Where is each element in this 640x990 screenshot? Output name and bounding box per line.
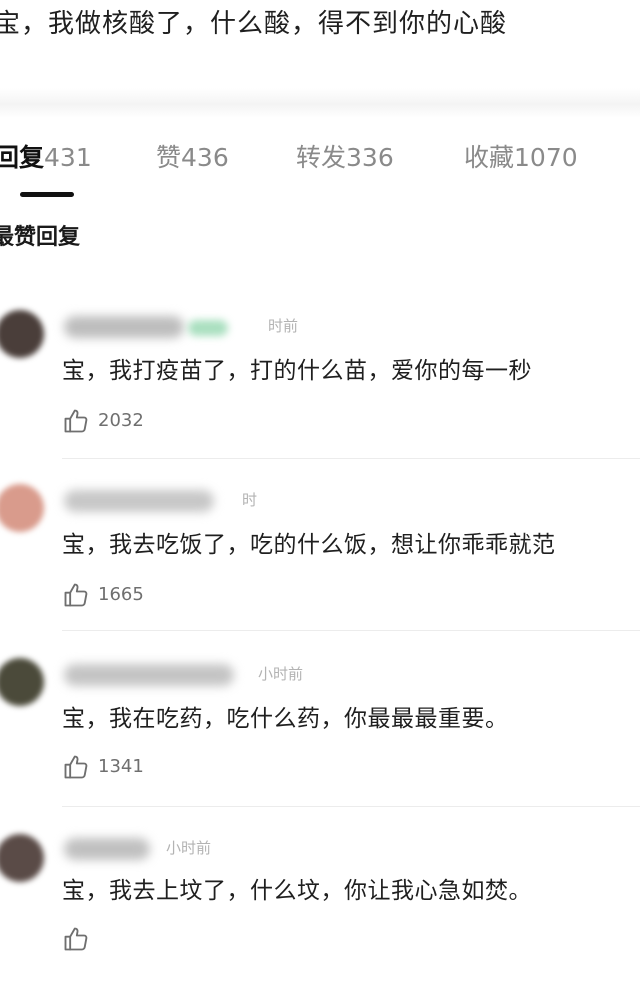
thumbs-up-icon (64, 409, 88, 433)
comment-time: 小时前 (258, 665, 304, 683)
tab-favorites-label: 收藏 (464, 143, 515, 172)
like-count: 1665 (98, 584, 144, 605)
comment-text: 宝，我打疫苗了，打的什么苗，爱你的每一秒 (62, 358, 532, 384)
tab-favorites-count: 1070 (514, 143, 578, 172)
tab-reposts-label: 转发 (296, 143, 347, 172)
user-badge-blurred (188, 320, 228, 336)
comment-item: 时 宝，我去吃饭了，吃的什么饭，想让你乖乖就范 1665 (0, 472, 640, 642)
like-count: 2032 (98, 410, 144, 431)
tab-likes[interactable]: 赞436 (156, 138, 229, 178)
username-blurred[interactable] (64, 316, 184, 338)
tab-likes-count: 436 (181, 143, 229, 172)
comment-divider (62, 458, 640, 459)
avatar[interactable] (0, 310, 44, 358)
username-blurred[interactable] (64, 664, 234, 686)
username-blurred[interactable] (64, 490, 214, 512)
comment-text: 宝，我在吃药，吃什么药，你最最最重要。 (62, 706, 509, 732)
active-tab-indicator (20, 192, 74, 197)
comment-text: 宝，我去上坟了，什么坟，你让我心急如焚。 (62, 878, 532, 904)
comment-text: 宝，我去吃饭了，吃的什么饭，想让你乖乖就范 (62, 532, 556, 558)
like-button[interactable]: 2032 (62, 406, 144, 436)
like-button[interactable] (62, 924, 98, 954)
avatar[interactable] (0, 658, 44, 706)
comment-time: 时前 (268, 317, 299, 335)
tab-favorites[interactable]: 收藏1070 (464, 138, 578, 178)
post-text: 宝，我做核酸了，什么酸，得不到你的心酸 (0, 9, 508, 39)
comment-item: 时前 宝，我打疫苗了，打的什么苗，爱你的每一秒 2032 (0, 300, 640, 470)
avatar[interactable] (0, 484, 44, 532)
like-button[interactable]: 1341 (62, 752, 144, 782)
username-blurred[interactable] (64, 838, 150, 860)
like-count: 1341 (98, 756, 144, 777)
comment-time: 时 (242, 491, 258, 509)
tab-reposts[interactable]: 转发336 (296, 138, 394, 178)
comment-item: 小时前 宝，我去上坟了，什么坟，你让我心急如焚。 (0, 820, 640, 990)
avatar[interactable] (0, 834, 44, 882)
tab-reposts-count: 336 (346, 143, 394, 172)
tab-replies-label: 回复 (0, 143, 45, 172)
tab-replies[interactable]: 回复431 (0, 138, 92, 178)
thumbs-up-icon (64, 583, 88, 607)
like-button[interactable]: 1665 (62, 580, 144, 610)
tab-replies-count: 431 (44, 143, 92, 172)
tab-bar: 回复431 赞436 转发336 收藏1070 (0, 138, 640, 178)
comment-item: 小时前 宝，我在吃药，吃什么药，你最最最重要。 1341 (0, 646, 640, 816)
section-divider (0, 88, 640, 118)
thumbs-up-icon (64, 755, 88, 779)
section-title: 最赞回复 (0, 225, 81, 250)
tab-likes-label: 赞 (156, 143, 182, 172)
thumbs-up-icon (64, 927, 88, 951)
comment-divider (62, 630, 640, 631)
comment-divider (62, 806, 640, 807)
comment-time: 小时前 (166, 839, 212, 857)
